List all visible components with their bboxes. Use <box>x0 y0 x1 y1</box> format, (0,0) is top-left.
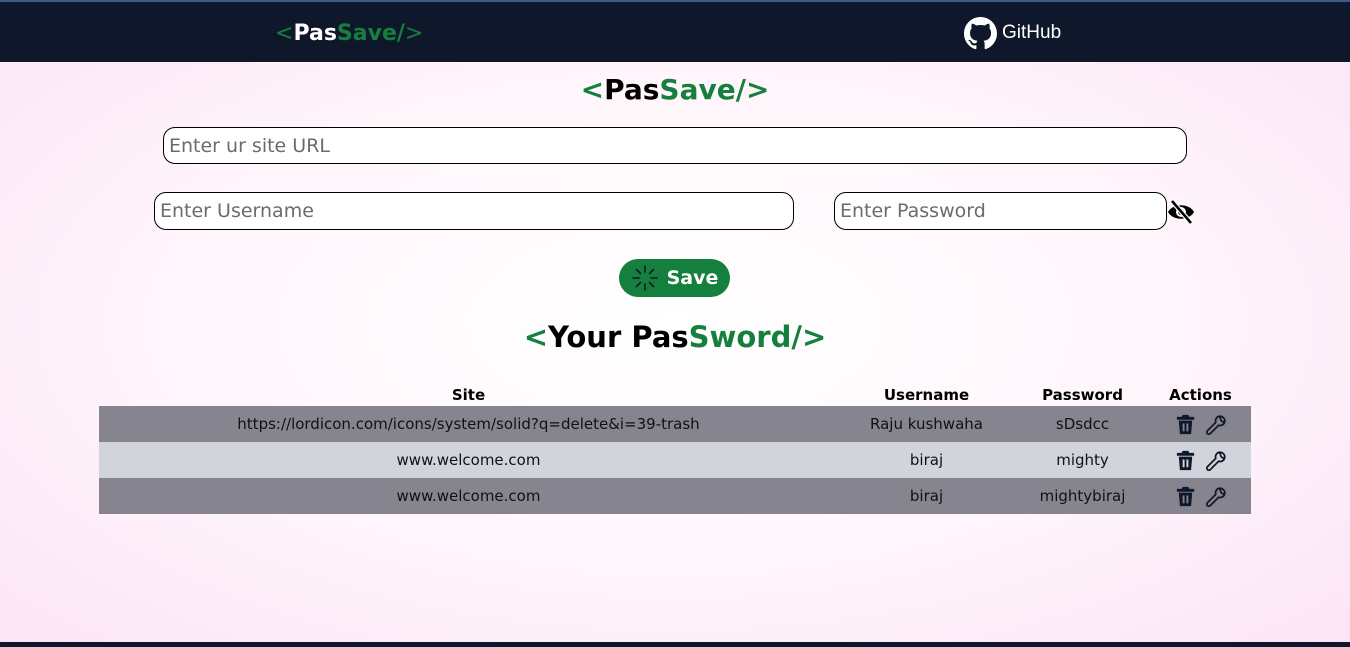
save-button[interactable]: Save <box>619 259 730 297</box>
wrench-icon[interactable] <box>1205 413 1228 436</box>
table-row: www.welcome.com biraj mighty <box>99 442 1251 478</box>
navbar: <PasSave/> GitHub <box>0 2 1350 62</box>
cell-username: Raju kushwaha <box>838 406 1015 442</box>
cell-username: biraj <box>838 442 1015 478</box>
title-pas: Pas <box>604 73 660 106</box>
trash-icon[interactable] <box>1174 449 1197 472</box>
github-label: GitHub <box>1002 22 1062 43</box>
cell-password: sDsdcc <box>1015 406 1150 442</box>
nav-logo[interactable]: <PasSave/> <box>275 21 423 46</box>
subtitle-your-pas: Your Pas <box>548 320 689 354</box>
username-input[interactable] <box>154 192 794 230</box>
table-row: https://lordicon.com/icons/system/solid?… <box>99 406 1251 442</box>
trash-icon[interactable] <box>1174 485 1197 508</box>
column-header-site: Site <box>451 386 486 404</box>
column-header-username: Username <box>883 386 970 404</box>
subtitle-close-bracket: > <box>801 320 827 354</box>
logo-pas: Pas <box>293 21 337 46</box>
title-save: Save/ <box>659 73 746 106</box>
column-header-actions: Actions <box>1169 386 1232 404</box>
column-header-password: Password <box>1042 386 1123 404</box>
github-link[interactable]: GitHub <box>964 16 1061 50</box>
logo-save: Save/ <box>336 21 405 46</box>
trash-icon[interactable] <box>1174 413 1197 436</box>
cell-actions <box>1150 478 1251 514</box>
cell-password: mighty <box>1015 442 1150 478</box>
save-button-label: Save <box>666 267 719 289</box>
cell-username: biraj <box>838 478 1015 514</box>
cell-site: https://lordicon.com/icons/system/solid?… <box>99 406 838 442</box>
subtitle-sword: Sword/ <box>688 320 802 354</box>
wrench-icon[interactable] <box>1205 449 1228 472</box>
subtitle-open-bracket: < <box>523 320 549 354</box>
github-icon <box>964 16 997 49</box>
loader-icon <box>631 265 658 291</box>
cell-actions <box>1150 406 1251 442</box>
site-url-input[interactable] <box>163 127 1187 164</box>
cell-actions <box>1150 442 1251 478</box>
footer-bar <box>0 642 1350 647</box>
eye-slash-icon[interactable] <box>1166 199 1196 225</box>
logo-close-bracket: > <box>404 21 424 46</box>
passwords-section-title: <Your PasSword/> <box>0 320 1350 354</box>
logo-open-bracket: < <box>275 21 294 46</box>
passwords-table: Site Username Password Actions https://l… <box>99 384 1251 514</box>
cell-site: www.welcome.com <box>99 442 838 478</box>
password-input[interactable] <box>834 192 1167 230</box>
title-close-bracket: > <box>745 73 770 106</box>
page-title: <PasSave/> <box>0 73 1350 106</box>
cell-password: mightybiraj <box>1015 478 1150 514</box>
title-open-bracket: < <box>580 73 605 106</box>
table-row: www.welcome.com biraj mightybiraj <box>99 478 1251 514</box>
cell-site: www.welcome.com <box>99 478 838 514</box>
wrench-icon[interactable] <box>1205 485 1228 508</box>
table-header-row: Site Username Password Actions <box>99 384 1251 406</box>
